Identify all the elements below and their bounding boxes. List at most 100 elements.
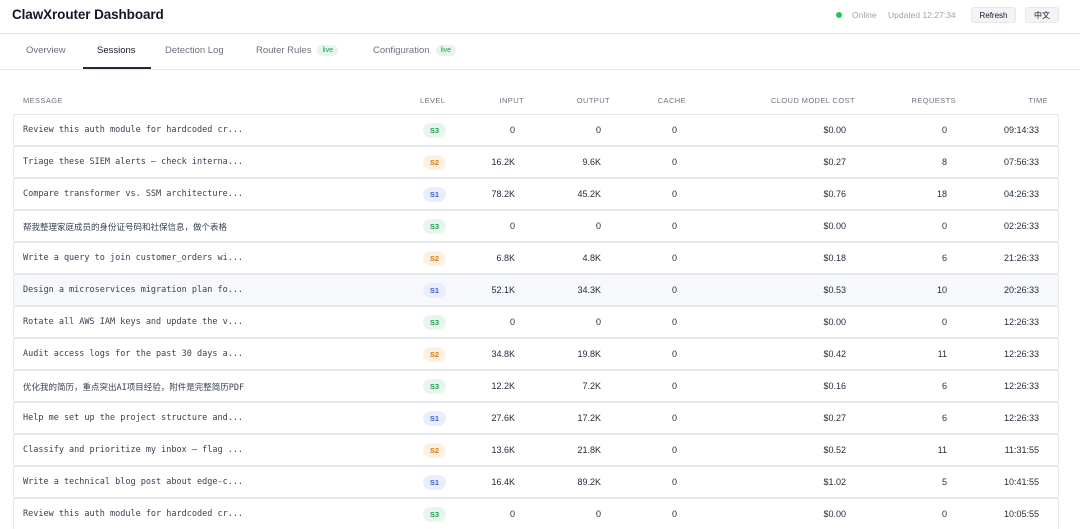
column-header-message[interactable]: MESSAGE (23, 96, 63, 105)
table-row[interactable]: Design a microservices migration plan fo… (13, 274, 1059, 306)
session-time: 07:56:33 (1003, 157, 1039, 167)
session-message: 优化我的简历，重点突出AI项目经验，附件是完整简历PDF (23, 383, 245, 393)
sessions-table-header: MESSAGE LEVEL INPUT OUTPUT CACHE CLOUD M… (0, 92, 1080, 108)
session-time: 12:26:33 (1003, 317, 1039, 327)
cache-tokens: 0 (671, 509, 677, 519)
tab-label: Router Rules (256, 45, 312, 56)
input-tokens: 52.1K (491, 285, 515, 295)
table-row[interactable]: Classify and prioritize my inbox — flag … (13, 434, 1059, 466)
request-count: 11 (937, 349, 947, 359)
table-row[interactable]: Help me set up the project structure and… (13, 402, 1059, 434)
table-row[interactable]: Rotate all AWS IAM keys and update the v… (13, 306, 1059, 338)
cache-tokens: 0 (671, 189, 677, 199)
session-message: Rotate all AWS IAM keys and update the v… (23, 317, 244, 327)
input-tokens: 0 (509, 509, 515, 519)
session-time: 09:14:33 (1003, 125, 1039, 135)
level-badge: S3 (423, 219, 446, 234)
tab-router-rules[interactable]: Router Rules live (256, 45, 338, 56)
session-message: Write a technical blog post about edge-c… (23, 477, 244, 487)
table-row[interactable]: 优化我的简历，重点突出AI项目经验，附件是完整简历PDF S3 12.2K 7.2K 0… (13, 370, 1059, 402)
output-tokens: 0 (595, 221, 601, 231)
request-count: 6 (941, 413, 947, 423)
language-toggle-button[interactable]: 中文 (1025, 7, 1059, 23)
table-row[interactable]: Review this auth module for hardcoded cr… (13, 114, 1059, 146)
cache-tokens: 0 (671, 349, 677, 359)
level-badge: S2 (423, 155, 446, 170)
column-header-time[interactable]: TIME (1028, 96, 1048, 105)
table-row[interactable]: Triage these SIEM alerts — check interna… (13, 146, 1059, 178)
session-message: Design a microservices migration plan fo… (23, 285, 244, 295)
level-badge: S2 (423, 251, 446, 266)
session-time: 02:26:33 (1003, 221, 1039, 231)
tab-label: Detection Log (165, 45, 224, 56)
cloud-model-cost: $0.27 (823, 157, 846, 167)
output-tokens: 19.8K (577, 349, 601, 359)
input-tokens: 27.6K (491, 413, 515, 423)
output-tokens: 21.8K (577, 445, 601, 455)
column-header-output[interactable]: OUTPUT (577, 96, 610, 105)
cache-tokens: 0 (671, 125, 677, 135)
column-header-cloud-model-cost[interactable]: CLOUD MODEL COST (771, 96, 855, 105)
output-tokens: 0 (595, 317, 601, 327)
level-badge: S1 (423, 475, 446, 490)
session-message: Help me set up the project structure and… (23, 413, 244, 423)
tab-configuration[interactable]: Configuration live (373, 45, 457, 56)
output-tokens: 0 (595, 509, 601, 519)
refresh-button[interactable]: Refresh (971, 7, 1016, 23)
output-tokens: 34.3K (577, 285, 601, 295)
connection-status: Online (852, 10, 877, 20)
input-tokens: 0 (509, 317, 515, 327)
input-tokens: 78.2K (491, 189, 515, 199)
session-time: 04:26:33 (1003, 189, 1039, 199)
input-tokens: 16.2K (491, 157, 515, 167)
session-message: Write a query to join customer_orders wi… (23, 253, 244, 263)
table-row[interactable]: Compare transformer vs. SSM architecture… (13, 178, 1059, 210)
live-badge: live (317, 45, 338, 56)
session-message: Compare transformer vs. SSM architecture… (23, 189, 244, 199)
cloud-model-cost: $0.00 (823, 509, 846, 519)
request-count: 10 (936, 285, 947, 295)
input-tokens: 13.6K (491, 445, 515, 455)
output-tokens: 0 (595, 125, 601, 135)
request-count: 18 (936, 189, 947, 199)
session-message: Triage these SIEM alerts — check interna… (23, 157, 244, 167)
level-badge: S3 (423, 315, 446, 330)
cache-tokens: 0 (671, 317, 677, 327)
session-time: 11:31:55 (1004, 445, 1039, 455)
column-header-cache[interactable]: CACHE (658, 96, 686, 105)
request-count: 0 (941, 125, 947, 135)
table-row[interactable]: Review this auth module for hardcoded cr… (13, 498, 1059, 529)
cache-tokens: 0 (671, 445, 677, 455)
session-message: Audit access logs for the past 30 days a… (23, 349, 244, 359)
cloud-model-cost: $0.53 (823, 285, 846, 295)
request-count: 0 (941, 317, 947, 327)
column-header-input[interactable]: INPUT (500, 96, 525, 105)
session-message: 帮我整理家庭成员的身份证号码和社保信息，做个表格 (23, 223, 228, 233)
level-badge: S1 (423, 411, 446, 426)
session-time: 12:26:33 (1003, 413, 1039, 423)
last-updated-time: Updated 12:27:34 (888, 10, 956, 20)
cache-tokens: 0 (671, 413, 677, 423)
tab-detection-log[interactable]: Detection Log (165, 45, 224, 56)
table-row[interactable]: Write a technical blog post about edge-c… (13, 466, 1059, 498)
request-count: 8 (941, 157, 947, 167)
cloud-model-cost: $0.00 (823, 221, 846, 231)
cloud-model-cost: $0.76 (823, 189, 846, 199)
input-tokens: 34.8K (491, 349, 515, 359)
tab-bar: Overview Sessions Detection Log Router R… (0, 34, 1080, 69)
table-row[interactable]: Write a query to join customer_orders wi… (13, 242, 1059, 274)
tab-sessions[interactable]: Sessions (97, 45, 136, 56)
cloud-model-cost: $0.16 (823, 381, 846, 391)
table-row[interactable]: 帮我整理家庭成员的身份证号码和社保信息，做个表格 S3 0 0 0 $0.00 0 02:26… (13, 210, 1059, 242)
session-message: Review this auth module for hardcoded cr… (23, 509, 244, 519)
column-header-level[interactable]: LEVEL (420, 96, 445, 105)
request-count: 0 (941, 221, 947, 231)
tab-label: Sessions (97, 45, 136, 56)
level-badge: S2 (423, 347, 446, 362)
column-header-requests[interactable]: REQUESTS (912, 96, 956, 105)
tab-label: Configuration (373, 45, 430, 56)
session-time: 21:26:33 (1003, 253, 1039, 263)
session-time: 20:26:33 (1003, 285, 1039, 295)
tab-overview[interactable]: Overview (26, 45, 66, 56)
table-row[interactable]: Audit access logs for the past 30 days a… (13, 338, 1059, 370)
